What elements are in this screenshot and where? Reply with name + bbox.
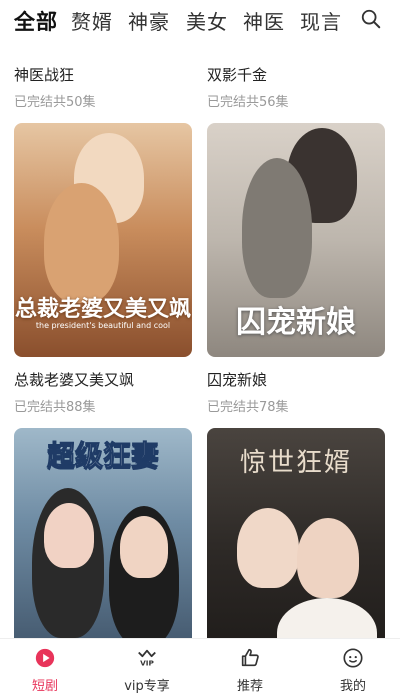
nav-label: vip专享	[124, 679, 170, 694]
vip-crown-icon: VIP	[138, 649, 156, 667]
svg-text:VIP: VIP	[140, 658, 154, 667]
drama-poster[interactable]: 超级狂妻	[14, 428, 192, 638]
poster-face	[237, 508, 299, 588]
poster-face	[44, 503, 94, 568]
drama-episode-status: 已完结共88集	[14, 400, 96, 415]
poster-title-text: 总裁老婆又美又飒	[14, 297, 191, 322]
tab-son-in-law[interactable]: 赘婿	[71, 6, 113, 35]
poster-title-text: 囚宠新娘	[236, 305, 356, 340]
drama-title: 神医战狂	[14, 66, 75, 84]
nav-label: 短剧	[31, 679, 58, 694]
poster-title-text: 超级狂妻	[46, 439, 159, 473]
play-icon	[35, 648, 55, 668]
profile-face-icon	[343, 648, 363, 668]
poster-subtitle-text: the president's beautiful and cool	[35, 321, 171, 330]
tab-doctor[interactable]: 神医	[243, 6, 285, 35]
poster-figure	[277, 598, 377, 638]
drama-episode-status: 已完结共78集	[207, 400, 289, 415]
poster-figure	[242, 158, 312, 298]
drama-title: 双影千金	[207, 66, 268, 84]
drama-poster[interactable]: 惊世狂婿	[207, 428, 385, 638]
drama-card[interactable]: 神医战狂 已完结共50集	[14, 64, 192, 110]
tab-tycoon[interactable]: 神豪	[128, 6, 170, 35]
tab-beauty[interactable]: 美女	[186, 6, 228, 35]
drama-card[interactable]: 双影千金 已完结共56集	[207, 64, 385, 110]
search-icon[interactable]	[360, 8, 382, 30]
nav-vip[interactable]: VIP vip专享	[102, 647, 192, 694]
nav-short-drama[interactable]: 短剧	[0, 647, 90, 694]
bottom-navigation: 短剧 VIP vip专享 推荐 我的	[0, 638, 400, 699]
thumbs-up-icon	[241, 648, 259, 667]
poster-face	[120, 516, 168, 578]
nav-label: 我的	[339, 679, 366, 694]
drama-card[interactable]: 总裁老婆又美又飒 已完结共88集	[14, 369, 192, 415]
poster-title-text: 惊世狂婿	[239, 448, 352, 478]
tab-all[interactable]: 全部	[14, 6, 58, 36]
nav-label: 推荐	[236, 679, 263, 694]
nav-recommend[interactable]: 推荐	[205, 647, 295, 694]
drama-grid: 神医战狂 已完结共50集 双影千金 已完结共56集 总裁老婆又美又飒 the p…	[0, 40, 400, 638]
drama-title: 总裁老婆又美又飒	[14, 371, 135, 389]
drama-card[interactable]: 囚宠新娘 已完结共78集	[207, 369, 385, 415]
category-tab-bar: 全部 赘婿 神豪 美女 神医 现言	[0, 0, 400, 40]
drama-poster[interactable]: 囚宠新娘	[207, 123, 385, 357]
tab-modern-romance[interactable]: 现言	[300, 6, 342, 35]
drama-episode-status: 已完结共50集	[14, 95, 96, 110]
drama-title: 囚宠新娘	[207, 371, 268, 389]
poster-face	[297, 518, 359, 598]
drama-poster[interactable]: 总裁老婆又美又飒 the president's beautiful and c…	[14, 123, 192, 357]
nav-mine[interactable]: 我的	[308, 647, 398, 694]
drama-episode-status: 已完结共56集	[207, 95, 289, 110]
poster-figure	[44, 183, 119, 303]
